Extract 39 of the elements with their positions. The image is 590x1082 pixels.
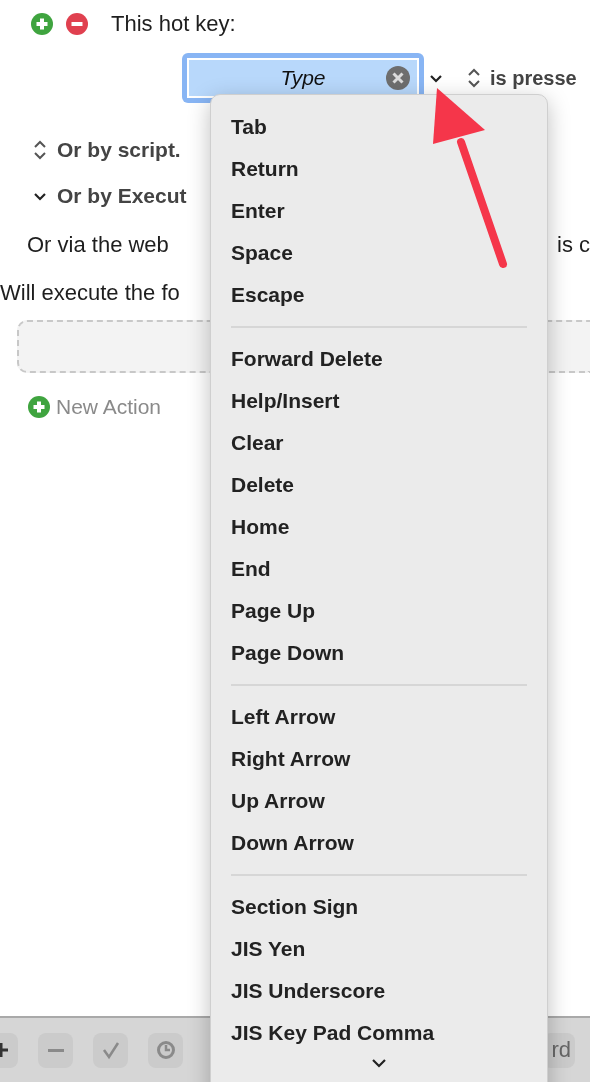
menu-item[interactable]: Enter [211, 190, 547, 232]
menu-item[interactable]: Delete [211, 464, 547, 506]
checkmark-icon [100, 1040, 121, 1060]
hotkey-label: This hot key: [111, 11, 236, 37]
scroll-down-icon[interactable] [371, 1058, 387, 1068]
menu-item[interactable]: Tab [211, 106, 547, 148]
menu-item[interactable]: Space [211, 232, 547, 274]
add-icon [28, 396, 50, 418]
web-text: is c [557, 232, 590, 258]
menu-item[interactable]: Up Arrow [211, 780, 547, 822]
condition-label[interactable]: Or by script. [57, 138, 181, 162]
menu-item[interactable]: JIS Yen [211, 928, 547, 970]
chevron-down-icon[interactable] [429, 73, 443, 83]
menu-item[interactable]: Clear [211, 422, 547, 464]
updown-arrows-icon[interactable] [467, 68, 481, 88]
web-text: Or via the web [27, 232, 169, 258]
clock-icon [155, 1040, 176, 1060]
menu-item[interactable]: Return [211, 148, 547, 190]
chevron-down-icon[interactable] [33, 191, 47, 201]
add-icon[interactable] [31, 13, 53, 35]
clear-icon[interactable] [386, 66, 410, 90]
remove-icon[interactable] [66, 13, 88, 35]
menu-item[interactable]: Help/Insert [211, 380, 547, 422]
execute-text: Will execute the fo [0, 280, 180, 306]
condition-label[interactable]: Or by Execut [57, 184, 187, 208]
menu-item[interactable]: JIS Underscore [211, 970, 547, 1012]
menu-item[interactable]: Page Down [211, 632, 547, 674]
menu-item[interactable]: Page Up [211, 590, 547, 632]
updown-arrows-icon[interactable] [33, 140, 47, 160]
menu-item[interactable]: Left Arrow [211, 696, 547, 738]
trigger-popup[interactable]: is presse [490, 66, 577, 90]
menu-item[interactable]: Escape [211, 274, 547, 316]
menu-item[interactable]: Section Sign [211, 886, 547, 928]
menu-item[interactable]: End [211, 548, 547, 590]
menu-item[interactable]: Home [211, 506, 547, 548]
minus-icon [47, 1048, 64, 1052]
menu-item[interactable]: Right Arrow [211, 738, 547, 780]
menu-item[interactable]: Forward Delete [211, 338, 547, 380]
menu-item[interactable]: Down Arrow [211, 822, 547, 864]
